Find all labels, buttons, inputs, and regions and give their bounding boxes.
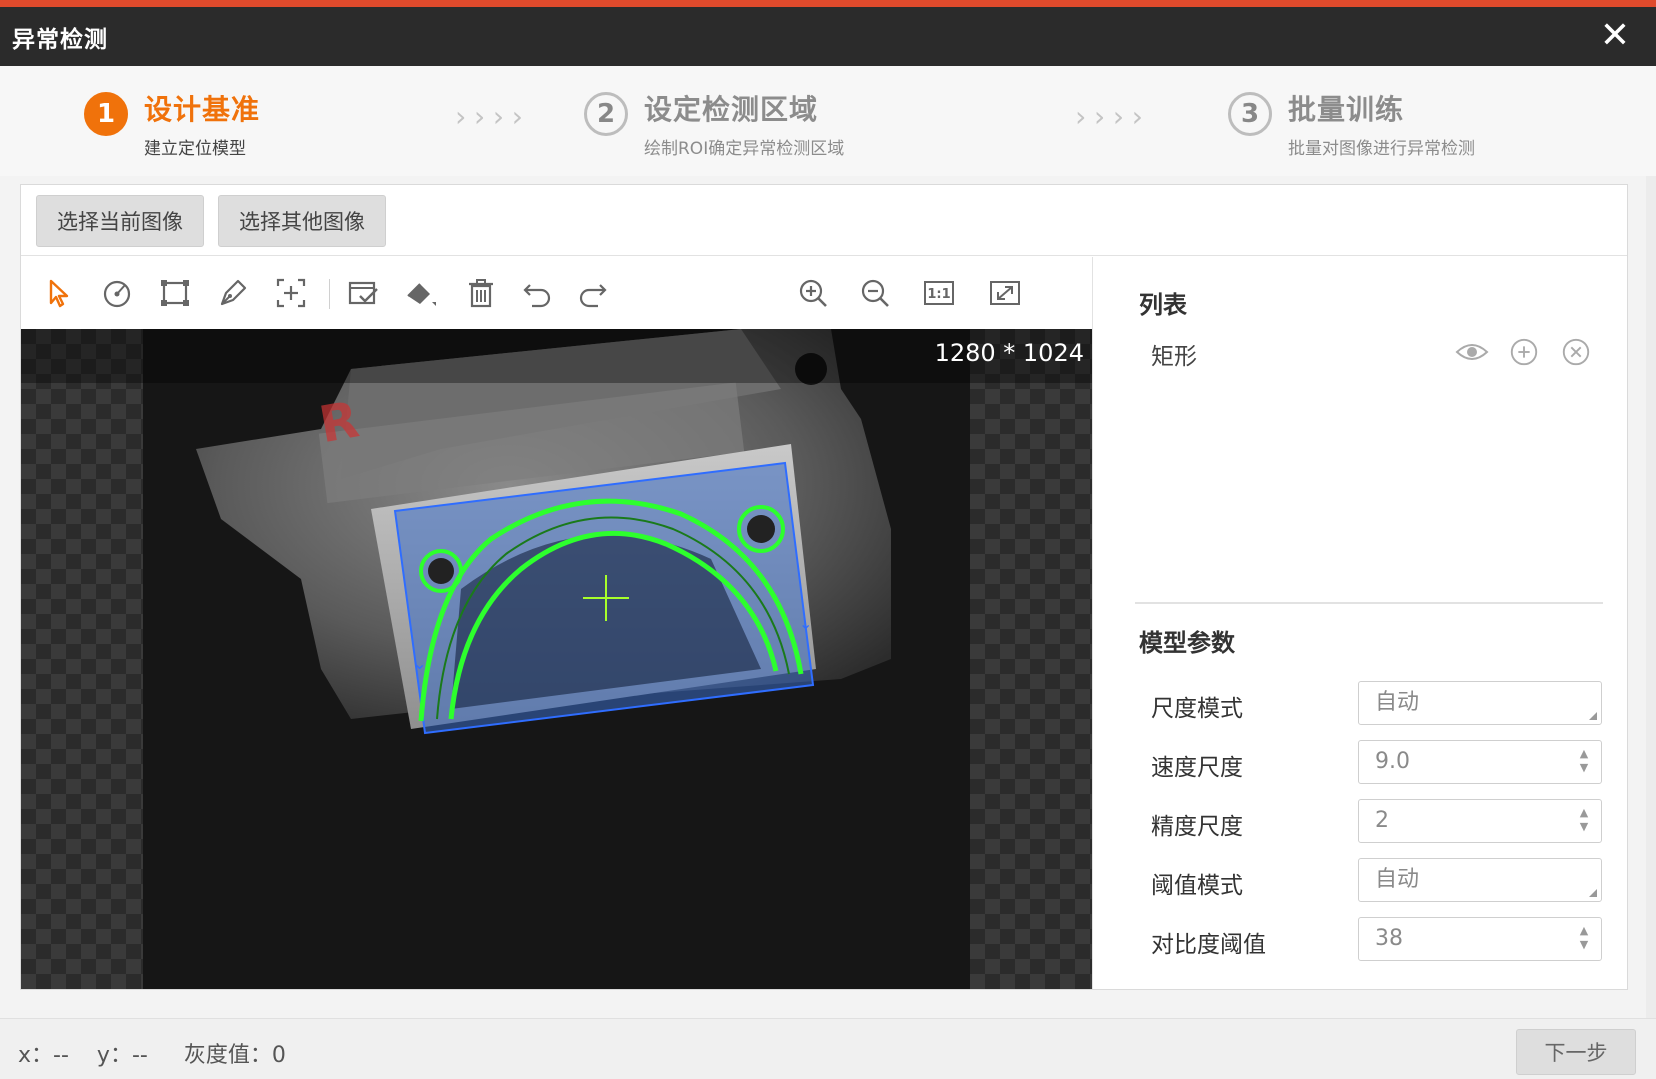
step-wizard: 1 设计基准 建立定位模型 ›››› 2 设定检测区域 绘制ROI确定异常检测区… [0,66,1656,176]
crosshair-box-icon[interactable] [271,273,311,313]
divider [1135,602,1603,604]
title-bar: 异常检测 ✕ [0,7,1656,66]
speed-scale-value: 9.0 [1375,749,1410,774]
step-3[interactable]: 3 批量训练 批量对图像进行异常检测 [1228,88,1475,159]
zoom-in-icon[interactable] [793,273,833,313]
scale-mode-select[interactable]: 自动 [1358,681,1602,725]
actual-size-icon[interactable]: 1:1 [919,273,959,313]
spin-arrows-icon[interactable]: ▲ ▼ [1577,924,1591,954]
model-params-title: 模型参数 [1139,629,1235,657]
image-source-buttons: 选择当前图像 选择其他图像 [36,195,386,247]
contrast-threshold-spinbox[interactable]: 38 ▲ ▼ [1358,917,1602,961]
pen-icon[interactable] [213,273,253,313]
param-label-scale-mode: 尺度模式 [1151,696,1243,722]
threshold-mode-select[interactable]: 自动 [1358,858,1602,902]
x-label: x： [18,1043,54,1068]
speed-scale-spinbox[interactable]: 9.0 ▲ ▼ [1358,740,1602,784]
viewer-info-bar [21,329,1092,383]
divider [21,255,1627,256]
step-2-subtitle: 绘制ROI确定异常检测区域 [644,139,845,159]
contrast-threshold-value: 38 [1375,926,1403,951]
window-border [1646,66,1656,1026]
eye-icon[interactable] [1455,335,1489,369]
next-step-button[interactable]: 下一步 [1516,1029,1636,1075]
spin-arrows-icon[interactable]: ▲ ▼ [1577,806,1591,836]
toolbar-divider [329,279,330,309]
side-panel: 列表 矩形 模型参数 尺度模式 自动 速度尺度 9.0 ▲ ▼ 精度尺度 2 ▲… [1093,257,1627,989]
fit-icon[interactable] [985,273,1025,313]
x-readout: x：-- [18,1037,69,1069]
step-arrows-1: ›››› [452,100,528,133]
actual-size-label: 1:1 [927,287,950,302]
drawing-toolbar: 1:1 [21,257,1092,330]
y-readout: y：-- [97,1037,148,1069]
roi-handle-right[interactable]: ⌄ [799,614,812,633]
step-arrows-2: ›››› [1072,100,1148,133]
add-circle-icon[interactable] [1507,335,1541,369]
spin-arrows-icon[interactable]: ▲ ▼ [1577,747,1591,777]
step-1-subtitle: 建立定位模型 [144,139,246,159]
select-box-icon[interactable] [343,273,383,313]
select-current-image-button[interactable]: 选择当前图像 [36,195,204,247]
dropdown-corner-icon [1589,889,1597,897]
gray-readout: 灰度值：0 [184,1037,286,1069]
image-size-label: 1280 * 1024 [934,339,1084,367]
step-3-subtitle: 批量对图像进行异常检测 [1288,139,1475,159]
inspection-image: R ⌄ ⌄ [143,329,970,989]
remove-circle-icon[interactable] [1559,335,1593,369]
param-label-contrast-threshold: 对比度阈值 [1151,932,1266,958]
window-top-accent [0,0,1656,7]
image-viewer[interactable]: R ⌄ ⌄ 1280 * 1024 [21,329,1092,989]
roi-handle-left[interactable]: ⌄ [413,654,426,673]
step-3-title: 批量训练 [1288,93,1405,126]
scale-mode-value: 自动 [1375,690,1420,715]
main-panel: 选择当前图像 选择其他图像 1:1 R ⌄ ⌄ 1280 * 1024 列表 矩… [20,184,1628,990]
y-label: y： [96,1043,132,1068]
cursor-readout: x：-- y：-- 灰度值：0 [18,1037,286,1069]
rectangle-icon[interactable] [155,273,195,313]
list-title: 列表 [1139,291,1187,319]
step-2-title: 设定检测区域 [644,93,819,126]
select-other-image-button[interactable]: 选择其他图像 [218,195,386,247]
status-bar: x：-- y：-- 灰度值：0 下一步 [0,1018,1656,1079]
step-2[interactable]: 2 设定检测区域 绘制ROI确定异常检测区域 [584,88,844,159]
gray-label: 灰度值： [183,1043,272,1068]
close-icon[interactable]: ✕ [1594,15,1636,57]
redo-icon[interactable] [573,273,613,313]
step-1-number: 1 [84,92,128,136]
step-3-number: 3 [1228,92,1272,136]
step-1-title: 设计基准 [144,93,261,126]
x-value: -- [53,1043,69,1068]
param-label-speed-scale: 速度尺度 [1151,755,1243,781]
eraser-icon[interactable] [401,273,441,313]
window-title: 异常检测 [12,26,108,53]
param-label-precision-scale: 精度尺度 [1151,814,1243,840]
gray-value: 0 [271,1043,286,1068]
zoom-out-icon[interactable] [855,273,895,313]
circle-icon[interactable] [97,273,137,313]
undo-icon[interactable] [517,273,557,313]
step-1[interactable]: 1 设计基准 建立定位模型 [84,88,260,159]
threshold-mode-value: 自动 [1375,867,1420,892]
y-value: -- [131,1043,148,1068]
pointer-icon[interactable] [39,273,79,313]
step-2-number: 2 [584,92,628,136]
precision-scale-value: 2 [1375,808,1389,833]
trash-icon[interactable] [461,273,501,313]
precision-scale-spinbox[interactable]: 2 ▲ ▼ [1358,799,1602,843]
list-item[interactable]: 矩形 [1151,337,1197,371]
dropdown-corner-icon [1589,712,1597,720]
param-label-threshold-mode: 阈值模式 [1151,873,1243,899]
list-item-actions [1455,335,1593,369]
